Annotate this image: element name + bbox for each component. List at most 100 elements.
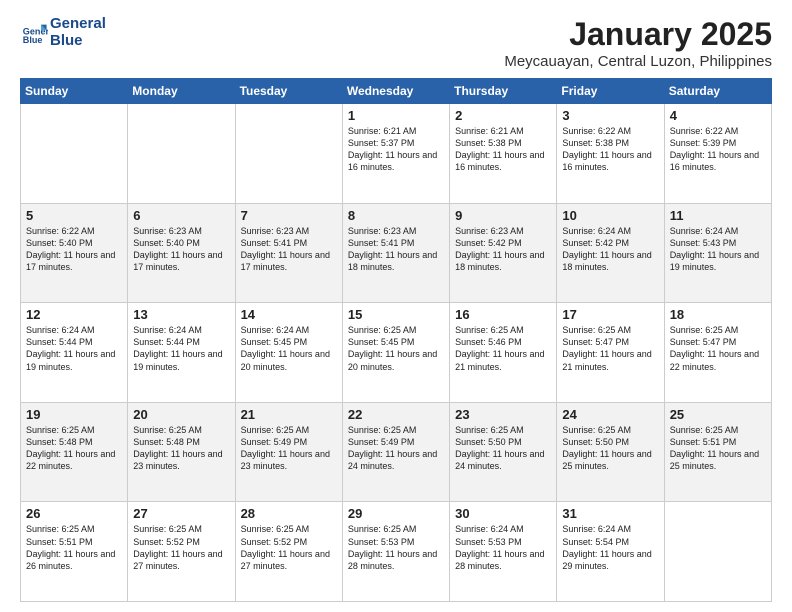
calendar-cell: 31 Sunrise: 6:24 AM Sunset: 5:54 PM Dayli…	[557, 502, 664, 602]
logo-text-line1: General	[50, 16, 106, 33]
logo: General Blue General Blue	[20, 16, 106, 49]
day-info: Sunrise: 6:21 AM Sunset: 5:38 PM Dayligh…	[455, 125, 551, 174]
calendar-cell: 24 Sunrise: 6:25 AM Sunset: 5:50 PM Dayli…	[557, 402, 664, 502]
day-info: Sunrise: 6:23 AM Sunset: 5:40 PM Dayligh…	[133, 225, 229, 274]
day-number: 31	[562, 506, 658, 521]
month-title: January 2025	[504, 16, 772, 53]
calendar-cell: 18 Sunrise: 6:25 AM Sunset: 5:47 PM Dayli…	[664, 303, 771, 403]
calendar-week-row: 5 Sunrise: 6:22 AM Sunset: 5:40 PM Daylig…	[21, 203, 772, 303]
day-number: 24	[562, 407, 658, 422]
calendar-cell	[21, 104, 128, 204]
day-number: 1	[348, 108, 444, 123]
day-number: 27	[133, 506, 229, 521]
day-number: 4	[670, 108, 766, 123]
day-number: 11	[670, 208, 766, 223]
day-number: 17	[562, 307, 658, 322]
calendar-table: SundayMondayTuesdayWednesdayThursdayFrid…	[20, 78, 772, 602]
weekday-header: Saturday	[664, 79, 771, 104]
day-number: 2	[455, 108, 551, 123]
day-info: Sunrise: 6:24 AM Sunset: 5:45 PM Dayligh…	[241, 324, 337, 373]
day-info: Sunrise: 6:25 AM Sunset: 5:53 PM Dayligh…	[348, 523, 444, 572]
day-number: 28	[241, 506, 337, 521]
calendar-cell: 23Sunrise: 6:25 AM Sunset: 5:50 PM Dayli…	[450, 402, 557, 502]
calendar-cell: 1 Sunrise: 6:21 AM Sunset: 5:37 PM Daylig…	[342, 104, 449, 204]
calendar-cell: 7 Sunrise: 6:23 AM Sunset: 5:41 PM Daylig…	[235, 203, 342, 303]
day-number: 23	[455, 407, 551, 422]
day-number: 29	[348, 506, 444, 521]
calendar-cell: 27 Sunrise: 6:25 AM Sunset: 5:52 PM Dayli…	[128, 502, 235, 602]
calendar-cell: 16 Sunrise: 6:25 AM Sunset: 5:46 PM Dayli…	[450, 303, 557, 403]
day-info: Sunrise: 6:23 AM Sunset: 5:41 PM Dayligh…	[348, 225, 444, 274]
day-number: 16	[455, 307, 551, 322]
day-number: 30	[455, 506, 551, 521]
svg-text:Blue: Blue	[23, 34, 43, 44]
weekday-header: Sunday	[21, 79, 128, 104]
day-info: Sunrise: 6:25 AM Sunset: 5:52 PM Dayligh…	[133, 523, 229, 572]
weekday-header: Wednesday	[342, 79, 449, 104]
day-info: Sunrise: 6:24 AM Sunset: 5:44 PM Dayligh…	[133, 324, 229, 373]
day-info: Sunrise: 6:25 AM Sunset: 5:49 PM Dayligh…	[348, 424, 444, 473]
day-number: 15	[348, 307, 444, 322]
day-number: 7	[241, 208, 337, 223]
calendar-cell	[664, 502, 771, 602]
day-info: Sunrise: 6:24 AM Sunset: 5:53 PM Dayligh…	[455, 523, 551, 572]
calendar-cell: 4Sunrise: 6:22 AM Sunset: 5:39 PM Daylig…	[664, 104, 771, 204]
day-info: Sunrise: 6:25 AM Sunset: 5:51 PM Dayligh…	[670, 424, 766, 473]
day-info: Sunrise: 6:25 AM Sunset: 5:49 PM Dayligh…	[241, 424, 337, 473]
location-title: Meycauayan, Central Luzon, Philippines	[504, 53, 772, 70]
day-number: 8	[348, 208, 444, 223]
day-info: Sunrise: 6:23 AM Sunset: 5:41 PM Dayligh…	[241, 225, 337, 274]
day-number: 21	[241, 407, 337, 422]
day-info: Sunrise: 6:25 AM Sunset: 5:46 PM Dayligh…	[455, 324, 551, 373]
weekday-header: Friday	[557, 79, 664, 104]
day-number: 12	[26, 307, 122, 322]
day-info: Sunrise: 6:25 AM Sunset: 5:50 PM Dayligh…	[562, 424, 658, 473]
calendar-cell	[128, 104, 235, 204]
calendar-cell: 26Sunrise: 6:25 AM Sunset: 5:51 PM Dayli…	[21, 502, 128, 602]
logo-icon: General Blue	[20, 19, 48, 47]
day-info: Sunrise: 6:24 AM Sunset: 5:43 PM Dayligh…	[670, 225, 766, 274]
title-area: January 2025 Meycauayan, Central Luzon, …	[504, 16, 772, 70]
calendar-week-row: 19 Sunrise: 6:25 AM Sunset: 5:48 PM Dayli…	[21, 402, 772, 502]
calendar-cell: 8 Sunrise: 6:23 AM Sunset: 5:41 PM Daylig…	[342, 203, 449, 303]
calendar-cell: 20Sunrise: 6:25 AM Sunset: 5:48 PM Dayli…	[128, 402, 235, 502]
day-info: Sunrise: 6:24 AM Sunset: 5:44 PM Dayligh…	[26, 324, 122, 373]
day-number: 10	[562, 208, 658, 223]
day-number: 18	[670, 307, 766, 322]
calendar-week-row: 26Sunrise: 6:25 AM Sunset: 5:51 PM Dayli…	[21, 502, 772, 602]
day-info: Sunrise: 6:25 AM Sunset: 5:51 PM Dayligh…	[26, 523, 122, 572]
calendar-cell: 21 Sunrise: 6:25 AM Sunset: 5:49 PM Dayli…	[235, 402, 342, 502]
calendar-cell: 5 Sunrise: 6:22 AM Sunset: 5:40 PM Daylig…	[21, 203, 128, 303]
day-number: 5	[26, 208, 122, 223]
calendar-cell: 29 Sunrise: 6:25 AM Sunset: 5:53 PM Dayli…	[342, 502, 449, 602]
day-number: 22	[348, 407, 444, 422]
day-info: Sunrise: 6:22 AM Sunset: 5:40 PM Dayligh…	[26, 225, 122, 274]
weekday-header: Tuesday	[235, 79, 342, 104]
calendar-cell: 13 Sunrise: 6:24 AM Sunset: 5:44 PM Dayli…	[128, 303, 235, 403]
calendar-cell: 11 Sunrise: 6:24 AM Sunset: 5:43 PM Dayli…	[664, 203, 771, 303]
day-info: Sunrise: 6:25 AM Sunset: 5:47 PM Dayligh…	[670, 324, 766, 373]
calendar-cell: 9Sunrise: 6:23 AM Sunset: 5:42 PM Daylig…	[450, 203, 557, 303]
day-info: Sunrise: 6:25 AM Sunset: 5:48 PM Dayligh…	[26, 424, 122, 473]
day-number: 3	[562, 108, 658, 123]
weekday-header: Thursday	[450, 79, 557, 104]
day-info: Sunrise: 6:21 AM Sunset: 5:37 PM Dayligh…	[348, 125, 444, 174]
calendar-cell: 2 Sunrise: 6:21 AM Sunset: 5:38 PM Daylig…	[450, 104, 557, 204]
day-number: 6	[133, 208, 229, 223]
day-info: Sunrise: 6:24 AM Sunset: 5:54 PM Dayligh…	[562, 523, 658, 572]
day-number: 13	[133, 307, 229, 322]
day-number: 9	[455, 208, 551, 223]
calendar-cell: 3Sunrise: 6:22 AM Sunset: 5:38 PM Daylig…	[557, 104, 664, 204]
calendar-cell: 10Sunrise: 6:24 AM Sunset: 5:42 PM Dayli…	[557, 203, 664, 303]
calendar-cell	[235, 104, 342, 204]
header: General Blue General Blue January 2025 M…	[20, 16, 772, 70]
page: General Blue General Blue January 2025 M…	[0, 0, 792, 612]
calendar-week-row: 12 Sunrise: 6:24 AM Sunset: 5:44 PM Dayli…	[21, 303, 772, 403]
day-number: 20	[133, 407, 229, 422]
calendar-cell: 30 Sunrise: 6:24 AM Sunset: 5:53 PM Dayli…	[450, 502, 557, 602]
calendar-cell: 22 Sunrise: 6:25 AM Sunset: 5:49 PM Dayli…	[342, 402, 449, 502]
day-number: 19	[26, 407, 122, 422]
calendar-header-row: SundayMondayTuesdayWednesdayThursdayFrid…	[21, 79, 772, 104]
day-number: 14	[241, 307, 337, 322]
calendar-cell: 28Sunrise: 6:25 AM Sunset: 5:52 PM Dayli…	[235, 502, 342, 602]
